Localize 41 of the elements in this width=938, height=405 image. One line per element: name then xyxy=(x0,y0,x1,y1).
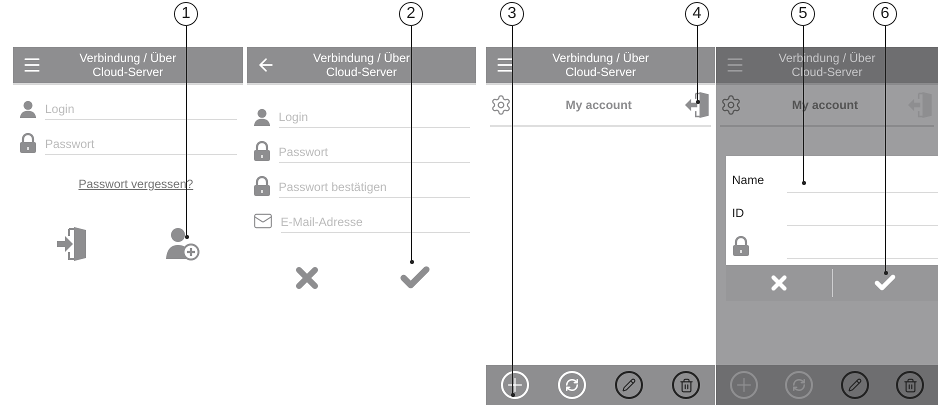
pencil-icon xyxy=(848,378,862,392)
delete-button[interactable] xyxy=(672,371,700,399)
person-icon xyxy=(19,100,37,118)
refresh-icon xyxy=(565,378,580,392)
gear-icon xyxy=(490,94,512,116)
person-icon xyxy=(252,108,271,126)
door-exit-icon xyxy=(685,92,712,118)
header-title: Verbindung / Über Cloud-Server xyxy=(79,51,176,79)
callout-number: 2 xyxy=(399,2,423,26)
refresh-icon xyxy=(792,378,806,392)
header-title: Verbindung / Über Cloud-Server xyxy=(552,51,650,79)
input-field[interactable]: Passwort bestätigen xyxy=(278,180,470,198)
trash-icon xyxy=(678,378,694,392)
account-name: My account xyxy=(566,98,632,112)
mail-icon xyxy=(252,211,273,231)
field-label: ID xyxy=(732,206,746,222)
gear-icon xyxy=(720,94,742,116)
callout-number: 1 xyxy=(174,2,198,26)
header-title: Verbindung / Über Cloud-Server xyxy=(313,51,410,79)
lock-icon xyxy=(732,236,750,256)
callout-number: 4 xyxy=(685,2,709,26)
input-field[interactable]: Passwort xyxy=(278,145,470,163)
input-field[interactable]: Login xyxy=(278,110,470,128)
edit-button[interactable] xyxy=(615,371,644,399)
field-label: Name xyxy=(732,173,766,189)
edit-button[interactable] xyxy=(840,371,869,399)
account-row[interactable]: My account xyxy=(490,85,712,127)
delete-button[interactable] xyxy=(896,371,924,399)
user-add-icon xyxy=(164,227,200,261)
callout-number: 3 xyxy=(500,2,524,26)
pencil-icon xyxy=(622,378,636,392)
callout-number: 6 xyxy=(873,2,897,26)
callout-number: 5 xyxy=(791,2,815,26)
lock-icon xyxy=(252,176,271,196)
trash-icon xyxy=(902,378,918,392)
input-field[interactable]: Passwort xyxy=(45,137,237,155)
input-field[interactable]: E-Mail-Adresse xyxy=(280,215,470,233)
register-button[interactable] xyxy=(164,227,200,261)
lock-icon xyxy=(19,133,37,153)
lock-icon xyxy=(252,141,271,161)
input-field[interactable]: Login xyxy=(45,102,237,120)
